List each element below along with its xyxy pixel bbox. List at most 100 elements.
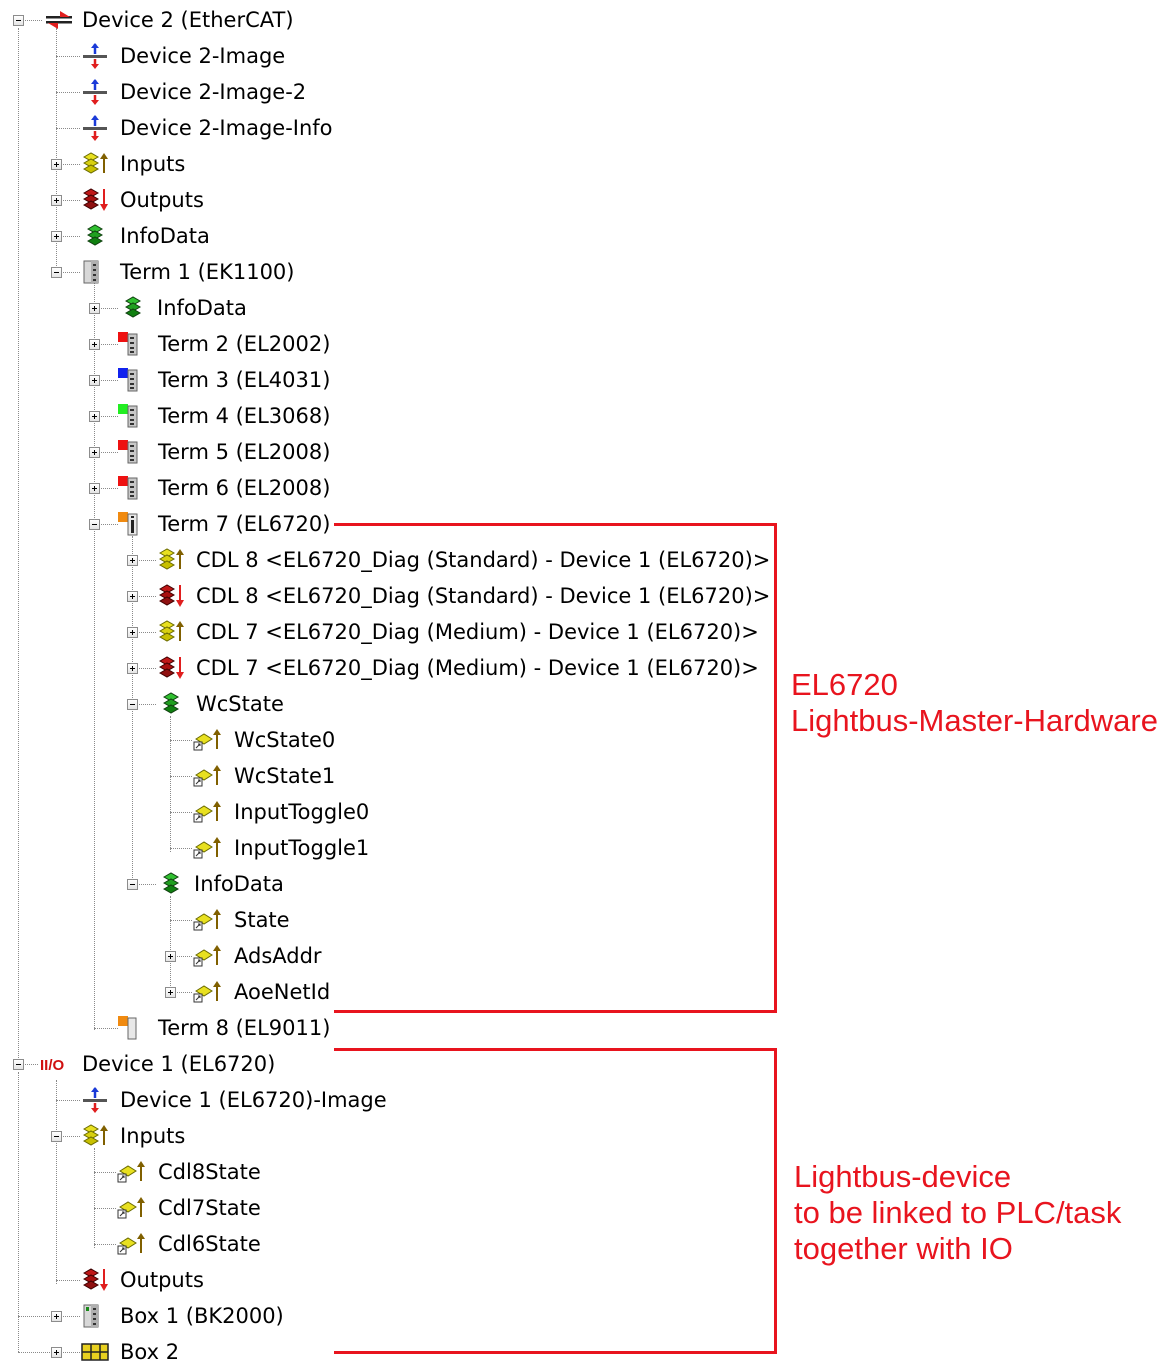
tree-node-box-2[interactable]: Box 2 (0, 1334, 200, 1370)
input-variable-icon (193, 945, 221, 967)
tree-node-cdl8-outputs[interactable]: CDL 8 <EL6720_Diag (Standard) - Device 1… (0, 578, 770, 614)
inputs-icon (158, 620, 184, 642)
collapse-toggle[interactable] (13, 15, 24, 26)
input-variable-icon (193, 765, 221, 787)
expand-toggle[interactable] (127, 591, 138, 602)
expand-toggle[interactable] (127, 627, 138, 638)
expand-toggle[interactable] (89, 447, 100, 458)
tree-node-cdl8-inputs[interactable]: CDL 8 <EL6720_Diag (Standard) - Device 1… (0, 542, 770, 578)
tree-node-cdl7-inputs[interactable]: CDL 7 <EL6720_Diag (Medium) - Device 1 (… (0, 614, 759, 650)
tree-node-cdl8state[interactable]: Cdl8State (0, 1154, 270, 1190)
tree-node-device-2-image-2[interactable]: Device 2-Image-2 (0, 74, 330, 110)
collapse-toggle[interactable] (127, 699, 138, 710)
expand-toggle[interactable] (127, 663, 138, 674)
expand-toggle[interactable] (127, 555, 138, 566)
coupler-icon (83, 260, 99, 284)
tree-node-term-6[interactable]: Term 6 (EL2008) (0, 470, 330, 506)
inputs-icon (158, 548, 184, 570)
tree-node-label: Term 5 (EL2008) (158, 440, 331, 464)
input-variable-icon (193, 981, 221, 1003)
tree-node-label: CDL 7 <EL6720_Diag (Medium) - Device 1 (… (196, 656, 759, 680)
tree-node-device-2-image[interactable]: Device 2-Image (0, 38, 330, 74)
tree-node-label: InfoData (120, 224, 210, 248)
infodata-icon (162, 692, 180, 714)
collapse-toggle[interactable] (51, 1131, 62, 1142)
collapse-toggle[interactable] (127, 879, 138, 890)
annotation-bracket (334, 1010, 777, 1013)
input-variable-icon (117, 1197, 145, 1219)
tree-node-inputs[interactable]: Inputs (0, 146, 200, 182)
tree-node-outputs[interactable]: Outputs (0, 182, 210, 218)
tree-node-wcstate0[interactable]: WcState0 (0, 722, 340, 758)
collapse-toggle[interactable] (13, 1059, 24, 1070)
tree-node-cdl7-outputs[interactable]: CDL 7 <EL6720_Diag (Medium) - Device 1 (… (0, 650, 759, 686)
tree-node-inputs[interactable]: Inputs (0, 1118, 200, 1154)
tree-node-term-2[interactable]: Term 2 (EL2002) (0, 326, 330, 362)
expand-toggle[interactable] (51, 231, 62, 242)
tree-node-device-1-image[interactable]: Device 1 (EL6720)-Image (0, 1082, 400, 1118)
process-image-icon (83, 115, 107, 141)
annotation-el6720-title: EL6720 (791, 667, 898, 702)
tree-node-term-8[interactable]: Term 8 (EL9011) (0, 1010, 330, 1046)
annotation-bracket (774, 523, 777, 1013)
tree-node-device-1-el6720[interactable]: II/O Device 1 (EL6720) (0, 1046, 300, 1082)
tree-node-cdl6state[interactable]: Cdl6State (0, 1226, 270, 1262)
tree-node-infodata[interactable]: InfoData (0, 218, 210, 254)
tree-node-inputtoggle0[interactable]: InputToggle0 (0, 794, 380, 830)
tree-node-state[interactable]: State (0, 902, 300, 938)
tree-node-adsaddr[interactable]: AdsAddr (0, 938, 330, 974)
expand-toggle[interactable] (89, 339, 100, 350)
terminal-blue-icon (118, 368, 138, 392)
process-image-icon (83, 79, 107, 105)
expand-toggle[interactable] (89, 483, 100, 494)
inputs-icon (82, 152, 108, 174)
expand-toggle[interactable] (51, 195, 62, 206)
tree-node-term-5[interactable]: Term 5 (EL2008) (0, 434, 330, 470)
expand-toggle[interactable] (165, 987, 176, 998)
box-icon (81, 1343, 109, 1361)
tree-node-term-4[interactable]: Term 4 (EL3068) (0, 398, 330, 434)
tree-node-cdl7state[interactable]: Cdl7State (0, 1190, 270, 1226)
tree-node-infodata[interactable]: InfoData (0, 290, 250, 326)
tree-node-label: Inputs (120, 1124, 186, 1148)
inputs-icon (82, 1124, 108, 1146)
collapse-toggle[interactable] (89, 519, 100, 530)
tree-node-term-3[interactable]: Term 3 (EL4031) (0, 362, 330, 398)
tree-node-label: Device 2 (EtherCAT) (82, 8, 294, 32)
collapse-toggle[interactable] (51, 267, 62, 278)
tree-node-wcstate1[interactable]: WcState1 (0, 758, 340, 794)
expand-toggle[interactable] (165, 951, 176, 962)
tree-node-label: Inputs (120, 152, 186, 176)
expand-toggle[interactable] (51, 159, 62, 170)
tree-node-outputs[interactable]: Outputs (0, 1262, 210, 1298)
tree-node-term-7[interactable]: Term 7 (EL6720) (0, 506, 330, 542)
end-terminal-icon (118, 1016, 137, 1040)
infodata-icon (124, 296, 142, 318)
process-image-icon (83, 1087, 107, 1113)
tree-node-label: Device 2-Image-2 (120, 80, 307, 104)
expand-toggle[interactable] (89, 375, 100, 386)
tree-node-label: InfoData (157, 296, 247, 320)
annotation-el6720-subtitle: Lightbus-Master-Hardware (791, 703, 1158, 738)
expand-toggle[interactable] (89, 411, 100, 422)
tree-node-box-1[interactable]: Box 1 (BK2000) (0, 1298, 290, 1334)
terminal-green-icon (118, 404, 138, 428)
tree-node-label: Box 2 (120, 1340, 180, 1364)
tree-node-device-2-ethercat[interactable]: Device 2 (EtherCAT) (0, 2, 330, 38)
tree-node-label: Box 1 (BK2000) (120, 1304, 284, 1328)
tree-node-device-2-image-info[interactable]: Device 2-Image-Info (0, 110, 360, 146)
tree-node-aoenetid[interactable]: AoeNetId (0, 974, 340, 1010)
tree-node-label: WcState1 (234, 764, 336, 788)
expand-toggle[interactable] (51, 1347, 62, 1358)
input-variable-icon (193, 837, 221, 859)
expand-toggle[interactable] (51, 1311, 62, 1322)
tree-node-inputtoggle1[interactable]: InputToggle1 (0, 830, 380, 866)
tree-node-infodata[interactable]: InfoData (0, 866, 290, 902)
annotation-lightbus-line3: together with IO (794, 1231, 1013, 1266)
tree-node-label: Term 6 (EL2008) (158, 476, 331, 500)
tree-node-label: Outputs (120, 1268, 204, 1292)
expand-toggle[interactable] (89, 303, 100, 314)
tree-node-term-1[interactable]: Term 1 (EK1100) (0, 254, 300, 290)
tree-node-label: Term 3 (EL4031) (158, 368, 331, 392)
tree-node-wcstate[interactable]: WcState (0, 686, 290, 722)
